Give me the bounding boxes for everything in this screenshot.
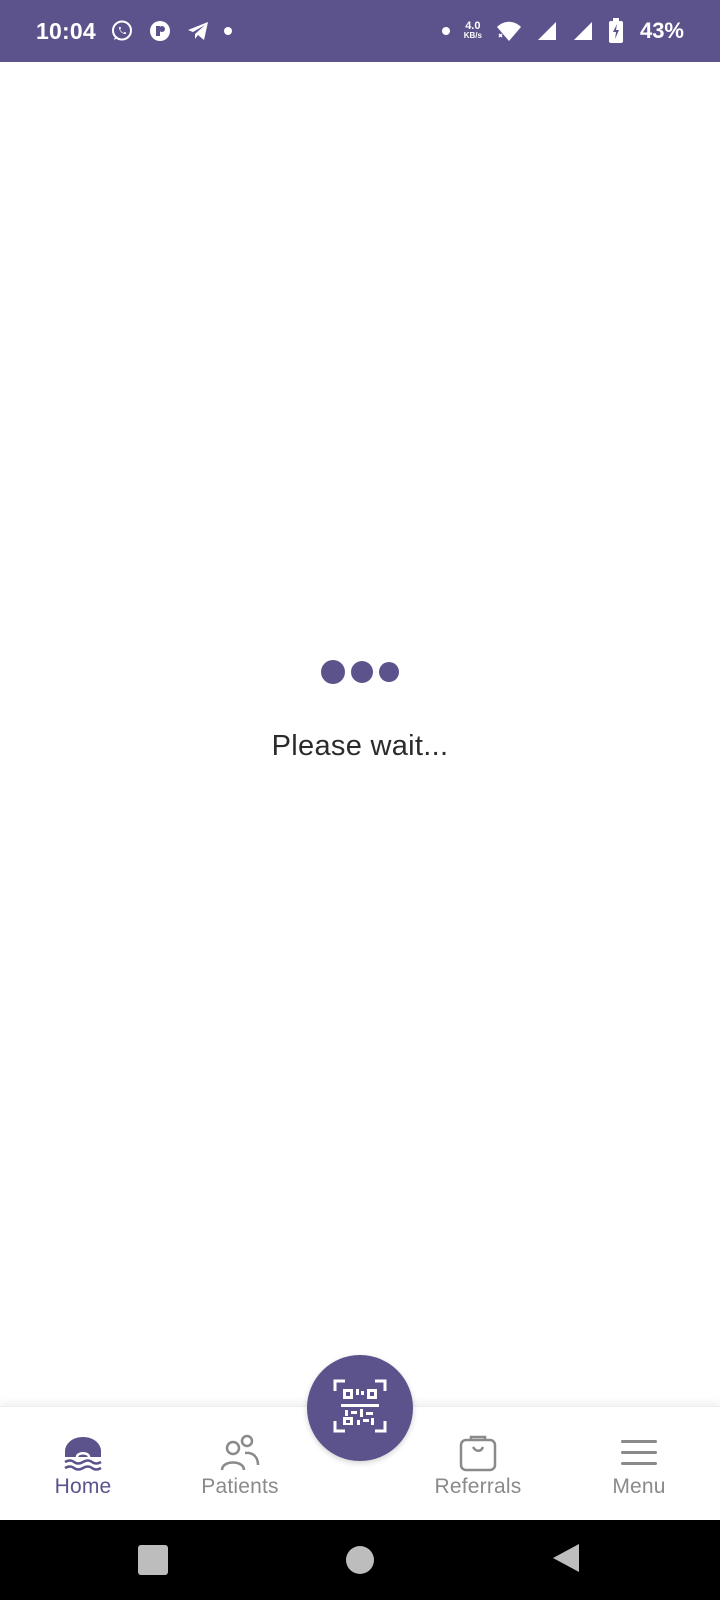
nav-label-patients: Patients	[201, 1475, 279, 1498]
menu-icon	[617, 1433, 661, 1473]
system-home-button[interactable]	[320, 1520, 400, 1600]
referrals-icon	[456, 1433, 500, 1473]
net-speed-unit: KB/s	[463, 31, 482, 40]
loading-dot	[379, 662, 399, 682]
app-icon	[148, 19, 172, 43]
status-bar: 10:04 4.0 KB/s 43%	[0, 0, 720, 62]
loading-indicator	[0, 660, 720, 684]
net-speed-value: 4.0	[465, 20, 481, 32]
nav-label-menu: Menu	[612, 1475, 666, 1498]
nav-item-menu[interactable]: Menu	[564, 1407, 714, 1521]
telegram-icon	[186, 20, 210, 42]
recents-button[interactable]	[113, 1520, 193, 1600]
status-time: 10:04	[36, 17, 96, 44]
back-button[interactable]	[526, 1520, 606, 1600]
dot-icon	[441, 27, 450, 35]
signal-icon	[536, 20, 558, 42]
nav-item-referrals[interactable]: Referrals	[403, 1407, 553, 1521]
battery-percent: 43%	[639, 18, 684, 43]
signal-icon-2	[572, 20, 594, 42]
system-navigation-bar	[0, 1520, 720, 1600]
recents-icon	[138, 1545, 168, 1575]
battery-charging-icon	[608, 18, 624, 44]
nav-item-home[interactable]: Home	[8, 1407, 158, 1521]
back-icon	[551, 1542, 581, 1579]
loading-message: Please wait...	[271, 730, 449, 762]
notification-dot-icon	[223, 27, 232, 35]
qr-scan-icon	[333, 1379, 387, 1438]
nav-label-referrals: Referrals	[434, 1475, 522, 1498]
patients-icon	[218, 1433, 262, 1473]
wifi-icon	[496, 20, 522, 42]
nav-label-home: Home	[54, 1475, 112, 1498]
whatsapp-icon	[110, 19, 134, 43]
scan-qr-button[interactable]	[307, 1355, 413, 1461]
status-right: 4.0 KB/s 43%	[441, 18, 684, 44]
loading-dot	[321, 660, 345, 684]
status-left: 10:04	[36, 18, 232, 45]
nav-item-patients[interactable]: Patients	[165, 1407, 315, 1521]
screen: 10:04 4.0 KB/s 43% Please wait... Home P…	[0, 0, 720, 1600]
system-home-icon	[346, 1546, 374, 1574]
net-speed: 4.0 KB/s	[464, 21, 482, 41]
loading-dot	[351, 661, 373, 683]
home-icon	[61, 1433, 105, 1473]
